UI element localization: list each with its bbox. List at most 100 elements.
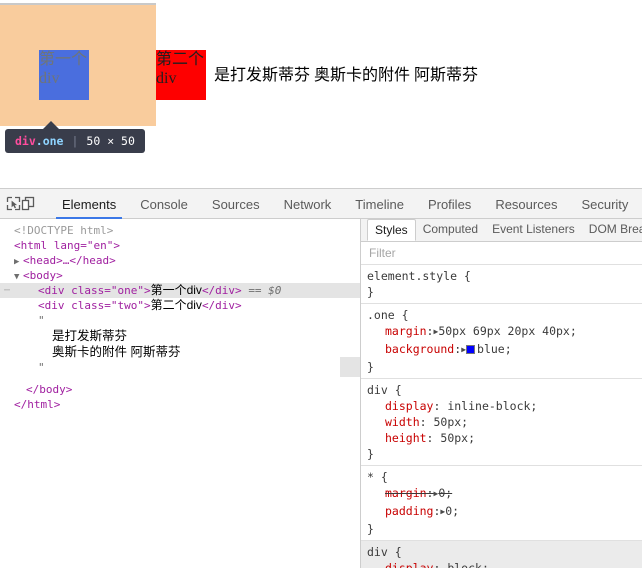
dom-line-textnode-close-quote[interactable]: " [0, 360, 360, 382]
property-colon: : [426, 324, 434, 338]
devtools-panes: <!DOCTYPE html> <html lang="en"> ▶ <head>… [0, 219, 642, 568]
property-colon: : [419, 415, 434, 429]
expander-triangle-icon[interactable]: ▶ [461, 342, 466, 358]
div-two-open-tag: <div class="two"> [38, 299, 151, 312]
dom-line-body-open[interactable]: ▼ <body> [0, 268, 360, 283]
subtab-event-listeners[interactable]: Event Listeners [485, 219, 582, 241]
div-one-close-tag: </div> [201, 284, 242, 297]
tab-resources[interactable]: Resources [483, 190, 569, 219]
dom-line-body-close[interactable]: </body> [0, 382, 360, 397]
property-value: 50px; [433, 415, 469, 429]
tooltip-tag-name: div [15, 134, 36, 148]
tab-console[interactable]: Console [128, 190, 200, 219]
dom-line-div-two[interactable]: <div class="two">第二个div</div> [0, 298, 360, 313]
tab-sources[interactable]: Sources [200, 190, 272, 219]
property-name: margin [385, 486, 427, 500]
declaration-display[interactable]: display: inline-block; [367, 398, 642, 414]
div-one-text: 第一个div [150, 283, 202, 297]
rule-close-brace: } [367, 447, 374, 461]
rule-div-author[interactable]: div { display: inline-block; width: 50px… [361, 379, 642, 466]
property-value: block; [447, 561, 489, 568]
styles-pane: Styles Computed Event Listeners DOM Brea… [361, 219, 642, 568]
tab-network[interactable]: Network [272, 190, 344, 219]
styles-subtab-bar: Styles Computed Event Listeners DOM Brea… [361, 219, 642, 242]
tooltip-class-name: .one [35, 134, 64, 148]
declaration-margin[interactable]: margin:▶50px 69px 20px 40px; [367, 323, 642, 341]
div-two-text: 第二个div [150, 298, 202, 312]
rule-element-style[interactable]: element.style { } [361, 265, 642, 304]
subtab-computed[interactable]: Computed [416, 219, 485, 241]
inspect-element-glyph [6, 196, 21, 211]
property-colon: : [433, 561, 448, 568]
property-name: padding [385, 504, 434, 518]
tooltip-dimensions: 50 × 50 [86, 134, 135, 148]
property-colon: : [426, 431, 441, 445]
dom-line-html-close[interactable]: </html> [0, 397, 360, 412]
node-menu-dots-icon[interactable]: ⋯ [4, 283, 11, 298]
declaration-padding[interactable]: padding:▶0; [367, 503, 642, 521]
html-open-tag: <html lang="en"> [14, 239, 120, 252]
declaration-display-overridden[interactable]: display: block; [367, 560, 642, 568]
text-node-line-1: 是打发斯蒂芬 [52, 329, 128, 343]
dom-line-head[interactable]: ▶ <head>…</head> [0, 253, 360, 268]
inspect-element-icon[interactable] [6, 191, 21, 217]
head-collapsed-tag: <head>…</head> [23, 254, 116, 267]
declaration-height[interactable]: height: 50px; [367, 430, 642, 446]
div-one-open-tag: <div class="one"> [38, 284, 151, 297]
property-name: background [385, 342, 455, 356]
pane-resizer-handle[interactable] [340, 357, 360, 377]
page-div-two[interactable]: 第二个div [156, 50, 206, 100]
dom-line-doctype[interactable]: <!DOCTYPE html> [0, 223, 360, 238]
rule-close-brace: } [367, 522, 374, 536]
dom-line-html-open[interactable]: <html lang="en"> [0, 238, 360, 253]
rule-dot-one[interactable]: .one { margin:▶50px 69px 20px 40px; back… [361, 304, 642, 379]
property-name: width [385, 415, 420, 429]
expander-triangle-icon[interactable]: ▶ [440, 504, 445, 520]
property-colon: : [454, 342, 462, 356]
rule-selector: * { [367, 470, 388, 484]
device-toolbar-icon[interactable] [21, 191, 36, 217]
devtools-panel: Elements Console Sources Network Timelin… [0, 188, 642, 569]
tab-profiles[interactable]: Profiles [416, 190, 483, 219]
dom-line-div-one[interactable]: ⋯ <div class="one">第一个div</div> == $0 [0, 283, 360, 298]
property-colon: : [426, 486, 434, 500]
page-body-text: 是打发斯蒂芬 奥斯卡的附件 阿斯蒂芬 [214, 67, 479, 84]
property-value: 0; [445, 504, 460, 518]
expander-triangle-icon[interactable]: ▶ [433, 324, 438, 340]
rule-universal[interactable]: * { margin:▶0; padding:▶0; } [361, 466, 642, 541]
declaration-margin-overridden[interactable]: margin:▶0; [367, 485, 642, 503]
inspect-tooltip: div .one | 50 × 50 [5, 129, 145, 153]
declaration-background[interactable]: background:▶ blue; [367, 341, 642, 359]
tab-timeline[interactable]: Timeline [343, 190, 416, 219]
subtab-dom-breakpoints[interactable]: DOM Breakpo [582, 219, 642, 241]
devtools-tab-bar: Elements Console Sources Network Timelin… [50, 189, 642, 219]
subtab-styles[interactable]: Styles [367, 219, 416, 241]
tooltip-separator: | [71, 134, 79, 148]
dom-line-textnode-2[interactable]: 奥斯卡的附件 阿斯蒂芬 [0, 344, 360, 360]
div-two-close-tag: </div> [201, 299, 242, 312]
doctype-text: <!DOCTYPE html> [14, 224, 114, 237]
dom-line-textnode-1[interactable]: 是打发斯蒂芬 [0, 328, 360, 344]
declaration-width[interactable]: width: 50px; [367, 414, 642, 430]
dom-line-textnode-open-quote[interactable]: " [0, 313, 360, 328]
rule-close-brace: } [367, 360, 374, 374]
tab-security[interactable]: Security [569, 190, 640, 219]
property-colon: : [433, 399, 448, 413]
styles-filter-input[interactable]: Filter [361, 242, 642, 265]
rule-div-user-agent[interactable]: div { display: block; } [361, 541, 642, 568]
expander-triangle-icon[interactable]: ▶ [433, 486, 438, 502]
property-value: blue; [477, 342, 512, 356]
property-name: display [385, 561, 434, 568]
property-value: 0; [438, 486, 453, 500]
color-swatch-icon[interactable] [466, 345, 476, 354]
browser-page-viewport: 第一个div 第二个div 是打发斯蒂芬 奥斯卡的附件 阿斯蒂芬 div .one… [0, 0, 642, 188]
devtools-toolbar: Elements Console Sources Network Timelin… [0, 189, 642, 219]
property-name: height [385, 431, 427, 445]
tab-elements[interactable]: Elements [50, 190, 128, 219]
dom-tree-pane[interactable]: <!DOCTYPE html> <html lang="en"> ▶ <head>… [0, 219, 361, 568]
body-open-tag: <body> [23, 269, 63, 282]
page-div-one[interactable]: 第一个div [39, 50, 89, 100]
device-toolbar-glyph [21, 196, 35, 211]
text-node-open-quote: " [38, 314, 45, 327]
property-name: display [385, 399, 434, 413]
